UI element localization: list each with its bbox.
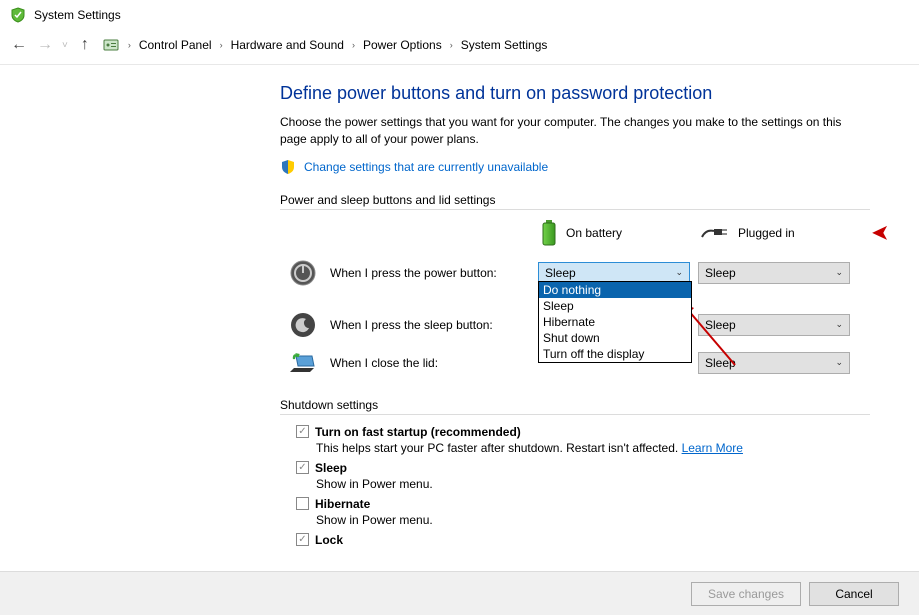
section-power-sleep-title: Power and sleep buttons and lid settings (280, 193, 870, 207)
checkbox[interactable] (296, 497, 309, 510)
plug-icon (700, 225, 730, 241)
dropdown-option[interactable]: Sleep (539, 298, 691, 314)
checkbox-label: Hibernate (315, 497, 370, 511)
checkbox[interactable]: ✓ (296, 425, 309, 438)
checkbox-hibernate: Hibernate Show in Power menu. (296, 497, 870, 527)
save-button: Save changes (691, 582, 801, 606)
col-plugged-label: Plugged in (738, 226, 795, 240)
chevron-right-icon[interactable]: › (352, 40, 355, 50)
learn-more-link[interactable]: Learn More (682, 441, 743, 455)
back-button[interactable]: ← (10, 36, 28, 54)
window-title: System Settings (34, 8, 121, 22)
breadcrumb-hardware-sound[interactable]: Hardware and Sound (231, 38, 344, 52)
row-power-button: When I press the power button: Sleep ⌄ S… (280, 260, 870, 286)
footer: Save changes Cancel (0, 571, 919, 615)
power-icon (290, 260, 318, 286)
shield-icon (10, 7, 26, 23)
dropdown-option[interactable]: Do nothing (539, 282, 691, 298)
power-battery-value: Sleep (545, 266, 576, 280)
row-sleep-label: When I press the sleep button: (330, 318, 493, 332)
chevron-down-icon: ⌄ (835, 357, 843, 368)
admin-link-row: Change settings that are currently unava… (280, 159, 870, 175)
checkbox-lock: ✓ Lock (296, 533, 870, 547)
col-on-battery: On battery (540, 220, 700, 246)
power-plugged-dropdown[interactable]: Sleep ⌄ (698, 262, 850, 284)
breadcrumb-system-settings[interactable]: System Settings (461, 38, 548, 52)
title-bar: System Settings (0, 0, 919, 30)
row-power-label-group: When I press the power button: (290, 260, 538, 286)
checkbox[interactable]: ✓ (296, 461, 309, 474)
change-settings-link[interactable]: Change settings that are currently unava… (304, 160, 548, 174)
shutdown-list: ✓ Turn on fast startup (recommended) Thi… (280, 425, 870, 547)
power-plugged-value: Sleep (705, 266, 736, 280)
forward-button: → (36, 36, 54, 54)
col-battery-label: On battery (566, 226, 622, 240)
dropdown-option[interactable]: Shut down (539, 330, 691, 346)
row-sleep-label-group: When I press the sleep button: (290, 312, 538, 338)
chevron-right-icon[interactable]: › (128, 40, 131, 50)
checkbox-label: Turn on fast startup (recommended) (315, 425, 521, 439)
main-content: Define power buttons and turn on passwor… (0, 65, 910, 547)
battery-icon (540, 220, 558, 246)
chevron-down-icon: ⌄ (835, 319, 843, 330)
page-heading: Define power buttons and turn on passwor… (280, 83, 870, 104)
checkbox-subtext: Show in Power menu. (296, 513, 870, 527)
dropdown-option[interactable]: Turn off the display (539, 346, 691, 362)
section-divider (280, 414, 870, 415)
row-power-label: When I press the power button: (330, 266, 497, 280)
up-button[interactable]: ↑ (76, 36, 94, 54)
checkbox-sleep: ✓ Sleep Show in Power menu. (296, 461, 870, 491)
annotation-arrow-icon: ➤ (871, 220, 889, 246)
chevron-down-icon: ⌄ (835, 267, 843, 278)
control-panel-icon (102, 36, 120, 54)
sleep-icon (290, 312, 318, 338)
dropdown-listbox[interactable]: Do nothing Sleep Hibernate Shut down Tur… (538, 281, 692, 363)
col-plugged-in: Plugged in (700, 225, 860, 241)
lid-icon (290, 352, 318, 374)
checkbox-subtext: This helps start your PC faster after sh… (296, 441, 870, 455)
breadcrumb: › Control Panel › Hardware and Sound › P… (128, 38, 548, 52)
uac-shield-icon (280, 159, 296, 175)
chevron-right-icon[interactable]: › (220, 40, 223, 50)
row-lid-label-group: When I close the lid: (290, 352, 538, 374)
page-description: Choose the power settings that you want … (280, 114, 870, 149)
checkbox-label: Sleep (315, 461, 347, 475)
chevron-right-icon[interactable]: › (450, 40, 453, 50)
breadcrumb-power-options[interactable]: Power Options (363, 38, 442, 52)
checkbox[interactable]: ✓ (296, 533, 309, 546)
row-lid-label: When I close the lid: (330, 356, 438, 370)
breadcrumb-control-panel[interactable]: Control Panel (139, 38, 212, 52)
section-shutdown-title: Shutdown settings (280, 398, 870, 412)
checkbox-label: Lock (315, 533, 343, 547)
nav-toolbar: ← → ˅ ↑ › Control Panel › Hardware and S… (0, 30, 919, 65)
column-headers: On battery Plugged in (280, 220, 870, 246)
history-dropdown-icon[interactable]: ˅ (62, 40, 68, 51)
chevron-down-icon: ⌄ (675, 267, 683, 278)
checkbox-subtext: Show in Power menu. (296, 477, 870, 491)
cancel-button[interactable]: Cancel (809, 582, 899, 606)
dropdown-option[interactable]: Hibernate (539, 314, 691, 330)
section-divider (280, 209, 870, 210)
checkbox-fast-startup: ✓ Turn on fast startup (recommended) Thi… (296, 425, 870, 455)
shutdown-section: Shutdown settings ✓ Turn on fast startup… (280, 398, 870, 547)
